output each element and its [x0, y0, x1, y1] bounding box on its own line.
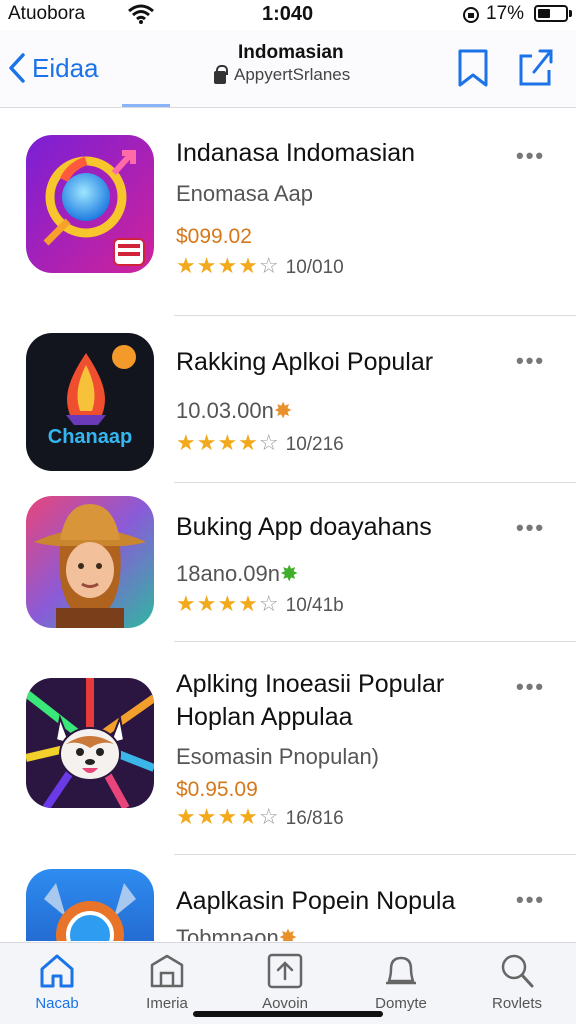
app-price: $099.02	[176, 225, 252, 248]
star-rating: ★★★★☆ 10/41b	[176, 591, 344, 616]
app-title-line2: Hoplan Appulaa	[176, 703, 353, 731]
app-subtitle: Tobmnaon✸	[176, 925, 297, 941]
leaf-icon: ✸	[280, 561, 299, 586]
tab-domyte[interactable]: Domyte	[346, 951, 456, 1012]
chevron-left-icon	[9, 53, 25, 83]
bookmark-button[interactable]	[456, 48, 490, 93]
app-subtitle: 10.03.00n✸	[176, 398, 293, 423]
tab-label: Nacab	[35, 995, 79, 1012]
rating-count: 16/816	[285, 808, 344, 829]
tab-label: Aovoin	[262, 995, 308, 1012]
list-item[interactable]: Buking App doayahans 18ano.09n✸ ★★★★☆ 10/…	[0, 483, 576, 641]
leaf-icon: ✸	[273, 398, 293, 423]
more-options-button[interactable]: •••	[516, 348, 545, 374]
app-title: Aplking Inoeasii Popular	[176, 670, 445, 698]
app-icon-blue-mask	[26, 869, 154, 941]
tab-rovlets[interactable]: Rovlets	[462, 951, 572, 1012]
star-rating: ★★★★☆ 10/010	[176, 253, 344, 278]
list-item[interactable]: Aplking Inoeasii Popular Hoplan Appulaa …	[0, 642, 576, 854]
navigation-bar: Eidaa Indomasian AppyertSrlanes	[0, 30, 576, 108]
list-item[interactable]: Indanasa Indomasian Enomasa Aap $099.02 …	[0, 109, 576, 315]
status-bar: Atuobora 1:040 17%	[0, 0, 576, 30]
app-icon-cowboy	[26, 496, 154, 628]
upload-box-icon	[267, 953, 303, 989]
tab-imeria[interactable]: Imeria	[112, 951, 222, 1012]
bookmark-icon	[458, 49, 488, 87]
share-icon	[519, 49, 553, 86]
app-icon-chanaap: Chanaap	[26, 333, 154, 471]
app-icon-fox	[26, 678, 154, 808]
more-options-button[interactable]: •••	[516, 143, 545, 169]
app-title: Buking App doayahans	[176, 513, 432, 541]
tab-label: Rovlets	[491, 995, 543, 1012]
bell-icon	[386, 956, 416, 985]
rating-count: 10/216	[285, 434, 344, 455]
orientation-lock-icon	[462, 6, 480, 29]
nav-title-block: Indomasian AppyertSrlanes	[214, 42, 384, 85]
tab-aovoin[interactable]: Aovoin	[230, 951, 340, 1012]
back-label: Eidaa	[32, 52, 99, 83]
carrier-name: Atuobora	[8, 3, 86, 24]
list-item[interactable]: Aaplkasin Popein Nopula Tobmnaon✸ •••	[0, 855, 576, 941]
rating-count: 10/010	[285, 257, 344, 278]
app-title: Indanasa Indomasian	[176, 139, 416, 167]
rating-count: 10/41b	[285, 595, 344, 616]
nav-underline	[122, 104, 170, 107]
tab-label: Imeria	[146, 995, 188, 1012]
app-icon-purple-orb	[26, 135, 154, 273]
app-subtitle: Enomasa Aap	[176, 181, 313, 206]
app-icon-text: Chanaap	[48, 426, 132, 448]
more-options-button[interactable]: •••	[516, 887, 545, 913]
star-rating: ★★★★☆ 10/216	[176, 430, 344, 455]
app-list: Indanasa Indomasian Enomasa Aap $099.02 …	[0, 109, 576, 941]
more-options-button[interactable]: •••	[516, 515, 545, 541]
battery-tip	[569, 10, 572, 17]
building-icon	[150, 954, 184, 988]
status-time: 1:040	[262, 3, 314, 25]
more-options-button[interactable]: •••	[516, 674, 545, 700]
list-item[interactable]: Chanaap Rakking Aplkoi Popular 10.03.00n…	[0, 316, 576, 482]
tab-label: Domyte	[375, 995, 427, 1012]
home-icon	[40, 954, 74, 988]
search-icon	[501, 954, 534, 988]
app-subtitle: Esomasin Pnopulan)	[176, 744, 380, 769]
star-rating: ★★★★☆ 16/816	[176, 804, 344, 829]
share-button[interactable]	[516, 46, 556, 93]
home-indicator[interactable]	[193, 1011, 383, 1017]
battery-icon	[534, 5, 568, 22]
leaf-icon: ✸	[278, 925, 298, 941]
tab-home[interactable]: Nacab	[2, 951, 112, 1012]
back-button[interactable]: Eidaa	[8, 48, 99, 88]
wifi-icon	[128, 4, 154, 29]
app-title: Aaplkasin Popein Nopula	[176, 887, 456, 915]
app-title: Rakking Aplkoi Popular	[176, 348, 434, 376]
lock-icon	[214, 64, 228, 84]
page-title: Indomasian	[238, 42, 344, 63]
app-subtitle: 18ano.09n✸	[176, 561, 299, 586]
page-subtitle: AppyertSrlanes	[234, 65, 351, 84]
app-price: $0.95.09	[176, 778, 258, 801]
battery-percent: 17%	[486, 3, 525, 24]
